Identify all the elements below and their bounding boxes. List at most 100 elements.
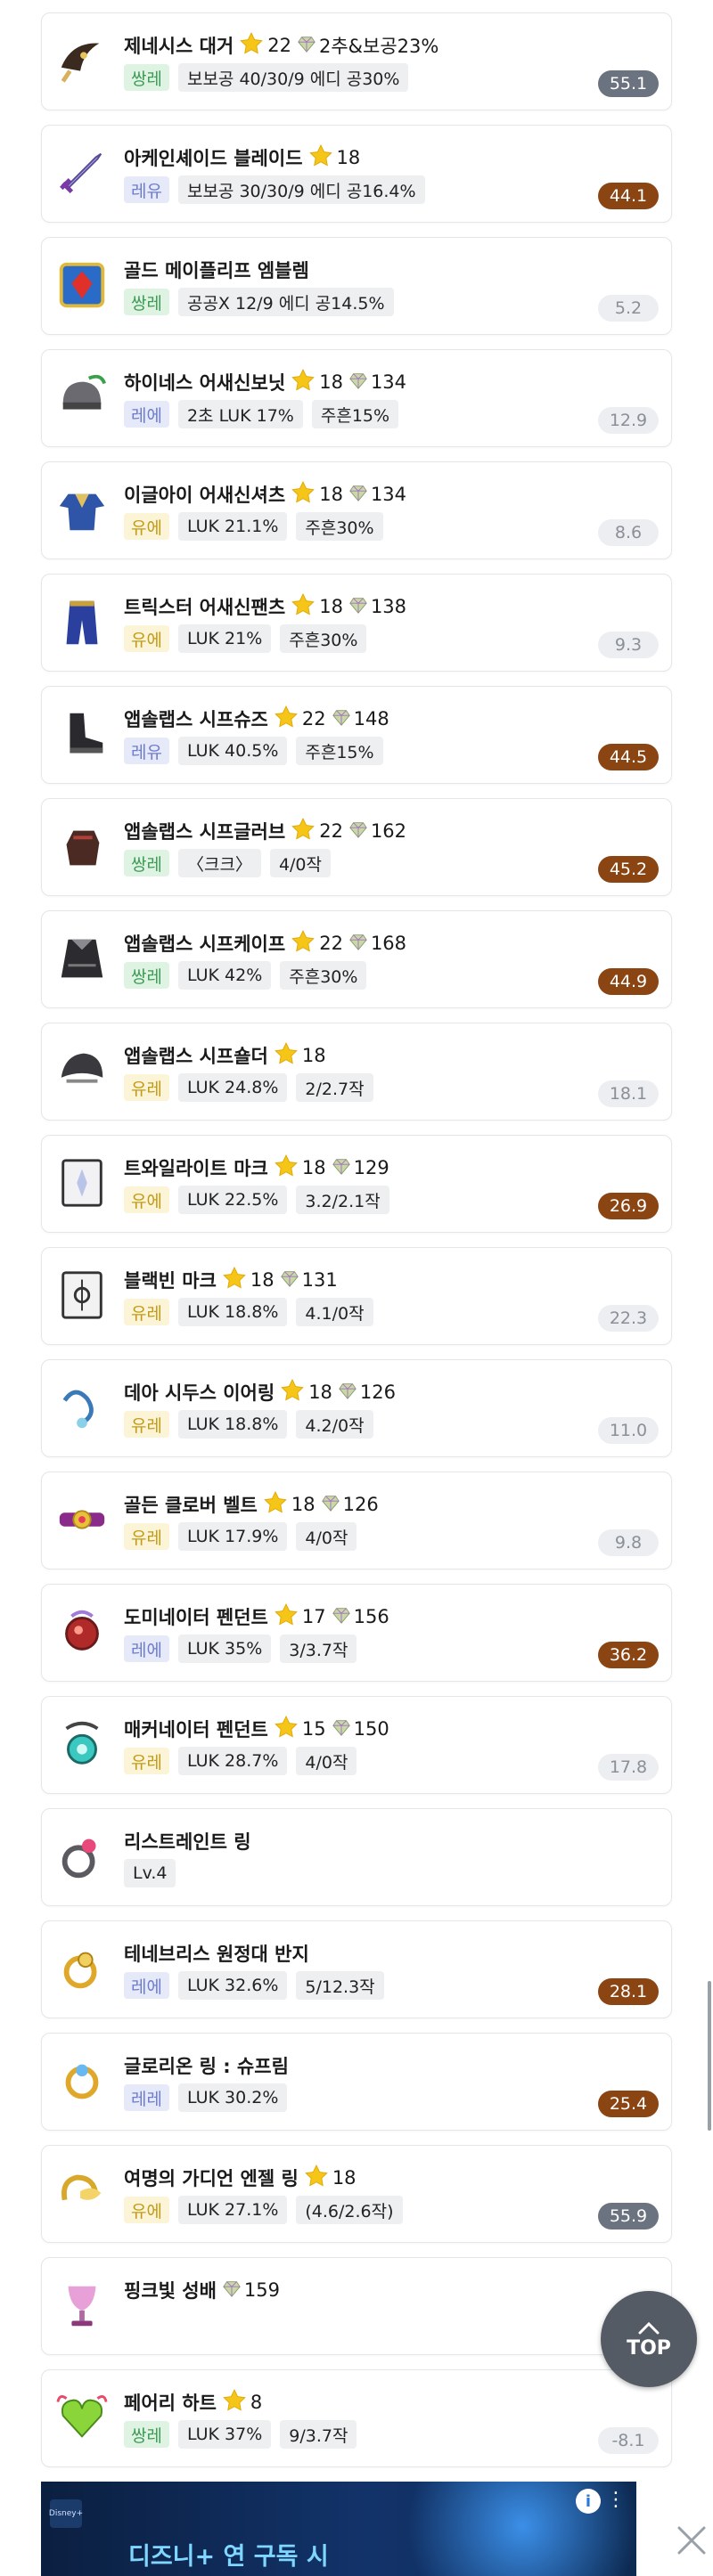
item-tags: 레유 보보공 30/30/9 에디 공16.4% (124, 175, 425, 204)
star-icon (222, 1266, 247, 1295)
gem-value: 148 (353, 708, 389, 730)
star-icon (291, 368, 316, 397)
potential-grade-badge: 레레 (124, 2084, 169, 2111)
equipment-card[interactable]: 페어리 하트 8 쌍레 LUK 37% 9/3.7작 -8.1 (41, 2369, 672, 2467)
score-badge: 55.9 (598, 2203, 659, 2230)
item-name-row: 앱솔랩스 시프슈즈 22 148 (124, 703, 389, 735)
potential-grade-badge: 유에 (124, 625, 169, 652)
gem-stat: 162 (348, 819, 406, 844)
equipment-card[interactable]: 도미네이터 펜던트 17 156 레에 LUK 35% 3/3.7작 36.2 (41, 1584, 672, 1682)
star-icon (274, 1602, 299, 1632)
stat-chip: LUK 22.5% (177, 1186, 288, 1214)
item-tags: 쌍레 보보공 40/30/9 에디 공30% (124, 63, 409, 92)
potential-grade-badge: 레에 (124, 401, 169, 428)
scroll-top-button[interactable]: TOP (601, 2291, 697, 2387)
gem-icon (348, 819, 368, 844)
star-count: 18 (301, 1045, 326, 1066)
star-count: 18 (308, 1382, 332, 1403)
star-count: 18 (319, 371, 343, 393)
ad-banner[interactable]: Disney+ 디즈니+ 연 구독 시 i ⋮ (41, 2482, 636, 2576)
equipment-card[interactable]: 아케인셰이드 블레이드 18 레유 보보공 30/30/9 에디 공16.4% 44.1 (41, 125, 672, 223)
item-name-row: 리스트레인트 링 (124, 1825, 251, 1857)
star-count: 18 (301, 1157, 326, 1178)
gem-value: 126 (359, 1382, 397, 1403)
equipment-card[interactable]: 하이네스 어새신보닛 18 134 레에 2초 LUK 17% 주흔15% 12.9 (41, 349, 672, 447)
equipment-card[interactable]: 앱솔랩스 시프케이프 22 168 쌍레 LUK 42% 주흔30% 44.9 (41, 910, 672, 1008)
item-tags: 유레 LUK 24.8% 2/2.7작 (124, 1073, 373, 1102)
gem-value: 131 (301, 1269, 338, 1291)
gem-icon (332, 1605, 351, 1629)
equipment-card[interactable]: 핑크빛 성배 159 (41, 2257, 672, 2355)
item-name: 골드 메이플리프 엠블렘 (124, 260, 309, 281)
gem-icon (348, 483, 368, 507)
score-badge: 44.1 (598, 183, 659, 209)
stat-chip: LUK 27.1% (177, 2196, 288, 2224)
potential-grade-badge: 유에 (124, 1186, 169, 1213)
equipment-card[interactable]: 트와일라이트 마크 18 129 유에 LUK 22.5% 3.2/2.1작 26.9 (41, 1135, 672, 1233)
ad-more-icon[interactable]: ⋮ (606, 2489, 626, 2512)
star-icon (274, 705, 299, 734)
starforce: 22 (239, 31, 291, 61)
item-name: 리스트레인트 링 (124, 1831, 251, 1853)
star-count: 22 (319, 820, 343, 842)
equipment-card[interactable]: 앱솔랩스 시프숄더 18 유레 LUK 24.8% 2/2.7작 18.1 (41, 1023, 672, 1121)
dagger-icon (53, 29, 111, 92)
equipment-card[interactable]: 골든 클로버 벨트 18 126 유레 LUK 17.9% 4/0작 9.8 (41, 1471, 672, 1569)
star-icon (239, 31, 264, 61)
stat-chip: (4.6/2.6작) (296, 2196, 403, 2224)
equipment-card[interactable]: 리스트레인트 링 Lv.4 (41, 1808, 672, 1906)
equipment-card[interactable]: 제네시스 대거 22 2추&보공23% 쌍레 보보공 40/30/9 에디 공30% 55… (41, 12, 672, 110)
potential-grade-badge: 쌍레 (124, 64, 169, 91)
equipment-card[interactable]: 골드 메이플리프 엠블렘 쌍레 공공X 12/9 에디 공14.5% 5.2 (41, 237, 672, 335)
extra-stat: 2추&보공23% (318, 36, 439, 57)
equipment-card[interactable]: 블랙빈 마크 18 131 유레 LUK 18.8% 4.1/0작 22.3 (41, 1247, 672, 1345)
equipment-card[interactable]: 데아 시두스 이어링 18 126 유레 LUK 18.8% 4.2/0작 11.0 (41, 1359, 672, 1457)
gem-icon (332, 1156, 351, 1180)
stat-chip: 4.2/0작 (296, 1410, 373, 1439)
star-icon (291, 480, 316, 509)
score-badge: 18.1 (598, 1080, 659, 1107)
equipment-card[interactable]: 매커네이터 펜던트 15 150 유레 LUK 28.7% 4/0작 17.8 (41, 1696, 672, 1794)
potential-grade-badge: 유레 (124, 1523, 169, 1550)
equipment-card[interactable]: 여명의 가디언 엔젤 링 18 유에 LUK 27.1% (4.6/2.6작) 55.9 (41, 2145, 672, 2243)
chevron-up-icon (638, 2321, 660, 2334)
star-count: 18 (319, 484, 343, 505)
equipment-card[interactable]: 글로리온 링 : 슈프림 레레 LUK 30.2% 25.4 (41, 2033, 672, 2131)
score-badge: 44.9 (598, 968, 659, 995)
starforce: 18 (263, 1490, 316, 1520)
gem-icon (348, 371, 368, 395)
gem-icon (280, 1268, 299, 1292)
stat-chip: 3/3.7작 (280, 1634, 357, 1663)
item-name-row: 앱솔랩스 시프케이프 22 168 (124, 927, 406, 959)
item-name: 골든 클로버 벨트 (124, 1495, 258, 1516)
star-icon (274, 1715, 299, 1744)
top-label: TOP (627, 2336, 671, 2360)
potential-grade-badge: 레유 (124, 738, 169, 764)
item-name: 트릭스터 어새신팬츠 (124, 597, 286, 618)
equipment-card[interactable]: 앱솔랩스 시프슈즈 22 148 레유 LUK 40.5% 주흔15% 44.5 (41, 686, 672, 784)
stat-chip: LUK 21% (177, 624, 272, 653)
stat-chip: LUK 28.7% (177, 1747, 288, 1775)
equipment-card[interactable]: 트릭스터 어새신팬츠 18 138 유에 LUK 21% 주흔30% 9.3 (41, 574, 672, 672)
gem-icon (338, 1381, 357, 1405)
close-icon[interactable] (674, 2523, 709, 2558)
equipment-card[interactable]: 앱솔랩스 시프글러브 22 162 쌍레 〈크크〉 4/0작 45.2 (41, 798, 672, 896)
gem-icon (332, 707, 351, 731)
item-name-row: 하이네스 어새신보닛 18 134 (124, 366, 406, 398)
gem-stat: 134 (348, 371, 406, 395)
stat-chip: 주흔30% (296, 512, 383, 541)
starforce: 22 (274, 705, 326, 734)
stat-chip: LUK 18.8% (177, 1298, 288, 1326)
star-icon (274, 1153, 299, 1183)
item-tags: 유레 LUK 17.9% 4/0작 (124, 1522, 357, 1551)
ad-info-icon[interactable]: i (576, 2489, 601, 2514)
scrollbar[interactable] (708, 1981, 711, 2131)
equipment-card[interactable]: 테네브리스 원정대 반지 레에 LUK 32.6% 5/12.3작 28.1 (41, 1920, 672, 2018)
restraint-ring-icon (53, 1825, 111, 1887)
gem-stat: 126 (321, 1493, 379, 1517)
shirt-icon (53, 478, 111, 541)
item-tags: 쌍레 LUK 37% 9/3.7작 (124, 2420, 357, 2449)
equipment-card[interactable]: 이글아이 어새신셔츠 18 134 유에 LUK 21.1% 주흔30% 8.6 (41, 461, 672, 559)
star-count: 18 (319, 596, 343, 617)
score-badge: 9.3 (598, 632, 659, 658)
